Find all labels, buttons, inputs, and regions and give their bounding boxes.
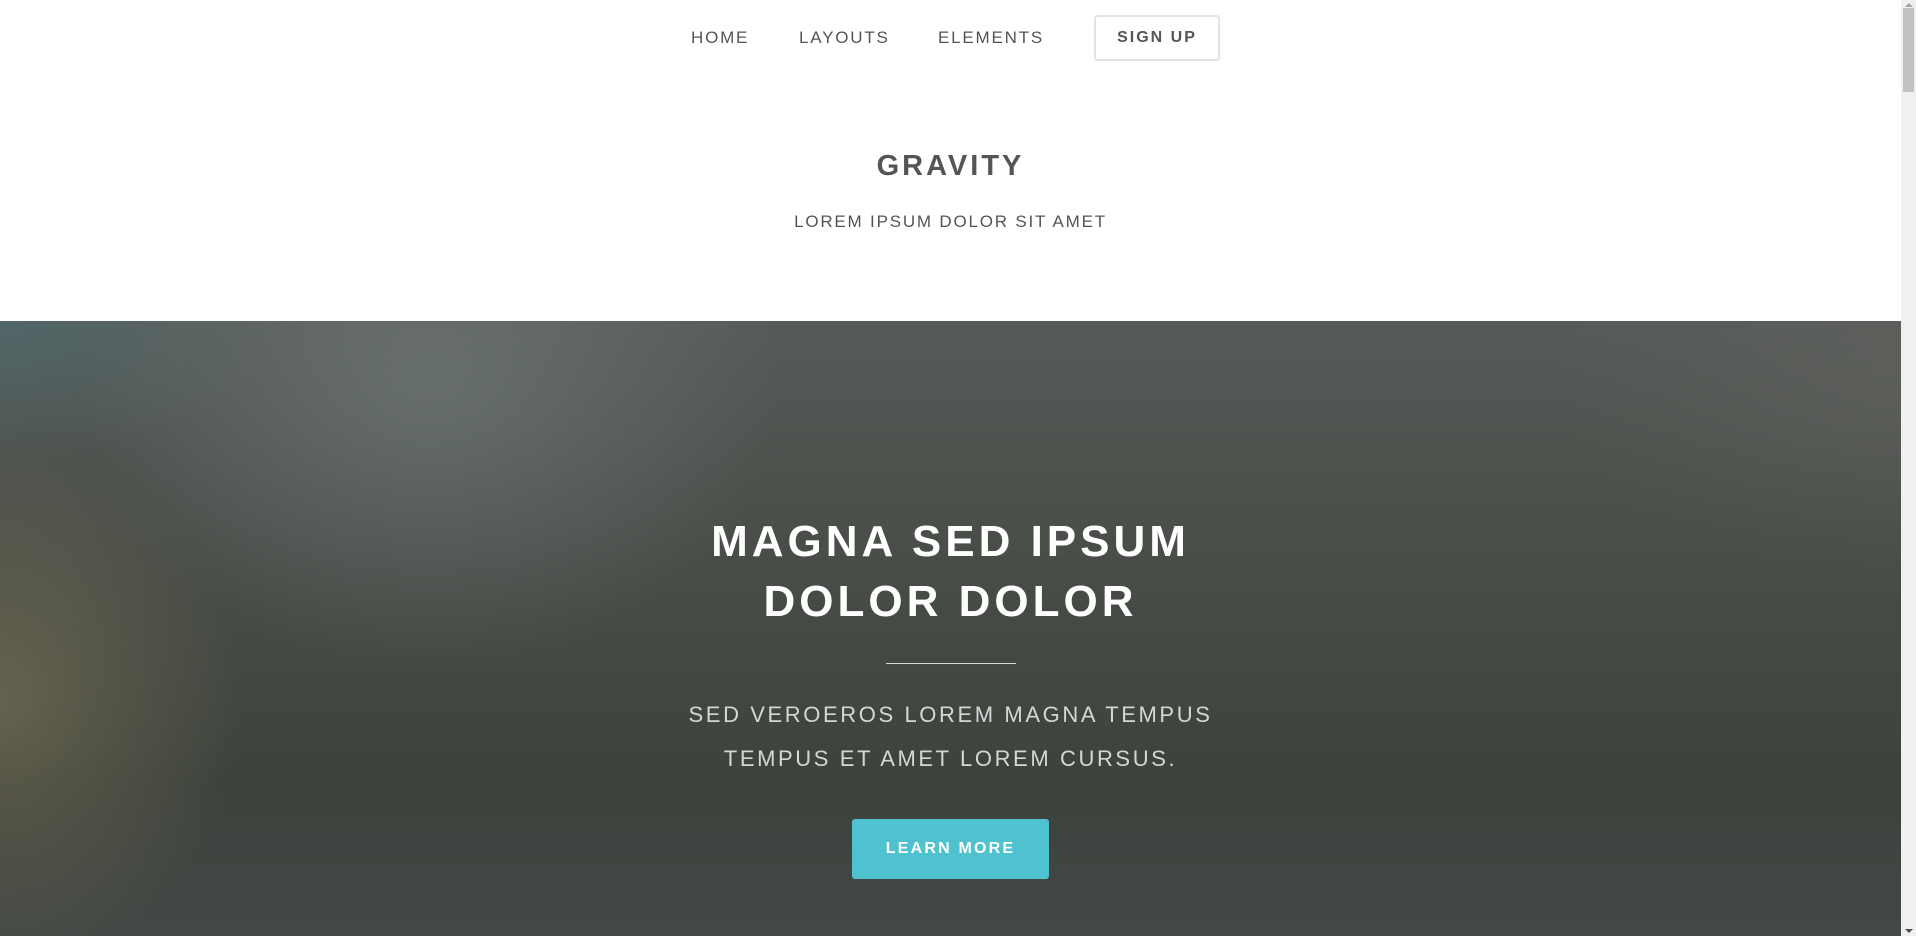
nav-layouts[interactable]: LAYOUTS: [799, 26, 890, 50]
nav-elements[interactable]: ELEMENTS: [938, 26, 1044, 50]
hero-text-line1: SED VEROEROS LOREM MAGNA TEMPUS: [688, 702, 1213, 727]
site-tagline: LOREM IPSUM DOLOR SIT AMET: [794, 212, 1107, 231]
site-title: GRAVITY: [876, 150, 1025, 182]
hero-divider: [886, 663, 1016, 664]
scroll-up-arrow-icon[interactable]: [1905, 3, 1913, 7]
scroll-down-arrow-icon[interactable]: [1905, 929, 1913, 933]
hero-heading-line1: MAGNA SED IPSUM: [711, 517, 1190, 566]
page: HOME LAYOUTS ELEMENTS SIGN UP GRAVITY LO…: [0, 0, 1901, 936]
nav-home[interactable]: HOME: [691, 26, 749, 50]
top-nav: HOME LAYOUTS ELEMENTS SIGN UP: [0, 0, 1901, 78]
hero-heading-line2: DOLOR DOLOR: [763, 577, 1138, 626]
sign-up-button[interactable]: SIGN UP: [1094, 15, 1220, 61]
scrollbar-thumb[interactable]: [1903, 8, 1914, 92]
learn-more-button[interactable]: LEARN MORE: [852, 819, 1049, 879]
hero-text-line2: TEMPUS ET AMET LOREM CURSUS.: [723, 746, 1178, 771]
hero-banner: MAGNA SED IPSUM DOLOR DOLOR SED VEROEROS…: [0, 321, 1901, 936]
vertical-scrollbar[interactable]: [1901, 0, 1916, 936]
